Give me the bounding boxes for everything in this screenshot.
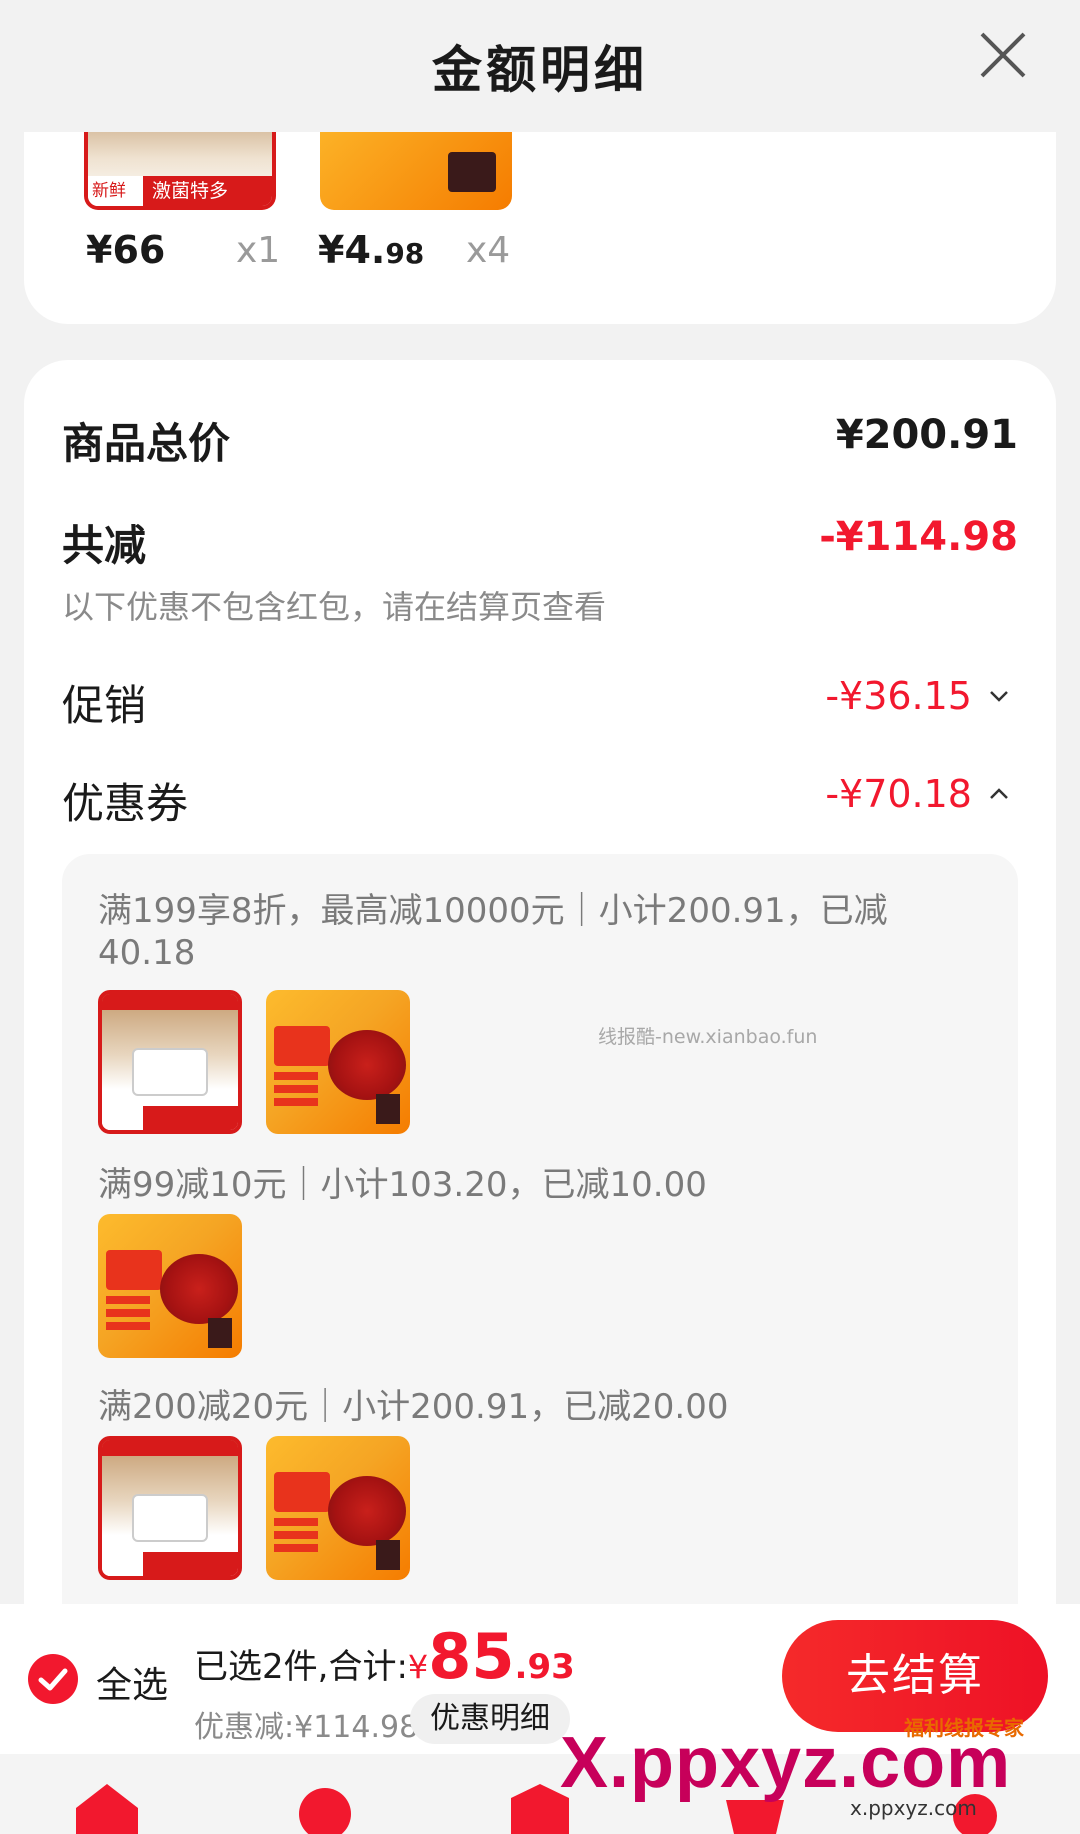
coupon-rule-text: 满199享8折，最高减10000元｜小计200.91，已减40.18 xyxy=(98,891,888,973)
select-all-label[interactable]: 全选 xyxy=(96,1656,168,1708)
natto-tray xyxy=(132,1494,208,1542)
crayfish-box xyxy=(376,1094,400,1124)
promotion-value[interactable]: -¥36.15 xyxy=(825,674,1010,718)
total-integer: 85 xyxy=(428,1620,515,1693)
crayfish-feature-lines xyxy=(106,1296,150,1332)
crayfish-box xyxy=(208,1318,232,1348)
crayfish-plate xyxy=(160,1254,238,1324)
product-thumb-crayfish[interactable] xyxy=(320,132,512,210)
coupon-product-thumb-natto[interactable] xyxy=(98,990,242,1134)
product-price: ¥4.98 xyxy=(318,228,424,272)
checkmark-icon xyxy=(38,1668,68,1691)
checkout-summary: 已选2件,合计: ¥ 85 .93 xyxy=(194,1620,575,1693)
reduce-note: 以下优惠不包含红包，请在结算页查看 xyxy=(62,588,607,626)
close-icon[interactable] xyxy=(978,30,1028,80)
crayfish-box-image xyxy=(448,152,496,192)
modal-header: 金额明细 xyxy=(0,0,1080,132)
crayfish-label xyxy=(274,1472,330,1512)
crayfish-plate xyxy=(328,1030,406,1100)
crayfish-feature-lines xyxy=(274,1072,318,1108)
watermark-text: 线报酷-new.xianbao.fun xyxy=(598,1026,818,1048)
product-card: 新鲜 激菌特多 ¥66 x1 ¥4.98 x4 xyxy=(24,132,1056,324)
chevron-up-icon[interactable] xyxy=(988,783,1010,805)
modal-title: 金额明细 xyxy=(432,41,648,99)
coupon-amount: -¥70.18 xyxy=(825,772,972,816)
crayfish-label xyxy=(274,1026,330,1066)
selected-count-text: 已选2件,合计: xyxy=(194,1647,408,1687)
total-reduce-value: -¥114.98 xyxy=(819,514,1018,560)
chevron-down-icon[interactable] xyxy=(988,685,1010,707)
natto-label-bottom xyxy=(102,1552,238,1576)
amount-detail-card: 商品总价 ¥200.91 共减 -¥114.98 以下优惠不包含红包，请在结算页… xyxy=(24,360,1056,1694)
coupon-value[interactable]: -¥70.18 xyxy=(825,772,1010,816)
coupon-label[interactable]: 优惠券 xyxy=(62,770,188,831)
savings-text: 优惠减:¥114.98 xyxy=(194,1710,419,1745)
promotion-amount: -¥36.15 xyxy=(825,674,972,718)
product-price-decimal: 98 xyxy=(385,237,425,270)
total-decimal: .93 xyxy=(514,1647,575,1687)
product-thumb-text: 激菌特多 xyxy=(152,180,229,202)
total-price-label: 商品总价 xyxy=(62,419,231,468)
product-price: ¥66 xyxy=(86,228,165,272)
coupon-rule-text: 满200减20元｜小计200.91，已减20.00 xyxy=(98,1387,729,1427)
crayfish-label xyxy=(106,1250,162,1290)
product-price-main: ¥4. xyxy=(318,228,386,272)
fresh-badge: 新鲜 xyxy=(92,181,126,201)
mascot-icon[interactable] xyxy=(290,1780,360,1834)
product-price-main: ¥66 xyxy=(86,228,166,272)
coupon-product-thumb-natto[interactable] xyxy=(98,1436,242,1580)
coupon-rule-text: 满99减10元｜小计103.20，已减10.00 xyxy=(98,1165,707,1205)
crayfish-box xyxy=(376,1540,400,1570)
total-currency: ¥ xyxy=(407,1648,429,1686)
product-thumb-banner: 新鲜 激菌特多 xyxy=(88,176,272,206)
coupon-product-thumb-crayfish[interactable] xyxy=(266,1436,410,1580)
coupon-product-thumb-crayfish[interactable] xyxy=(266,990,410,1134)
crayfish-plate xyxy=(328,1476,406,1546)
select-all-checkbox[interactable] xyxy=(28,1654,78,1704)
natto-label-top xyxy=(102,1440,238,1456)
natto-tray xyxy=(132,1048,208,1096)
crayfish-feature-lines xyxy=(274,1518,318,1554)
product-qty: x4 xyxy=(466,230,511,271)
product-thumb-natto[interactable]: 新鲜 激菌特多 xyxy=(84,132,276,210)
natto-label-top xyxy=(102,994,238,1010)
brand-watermark: X.ppxyz.com xyxy=(560,1723,1012,1803)
promotion-label[interactable]: 促销 xyxy=(62,672,146,733)
coupon-product-thumb-crayfish[interactable] xyxy=(98,1214,242,1358)
natto-label-bottom xyxy=(102,1106,238,1130)
total-reduce-label: 共减 xyxy=(62,521,147,570)
total-price-value: ¥200.91 xyxy=(835,412,1018,458)
discount-detail-button[interactable]: 优惠明细 xyxy=(410,1694,570,1744)
coupon-detail-panel: 满199享8折，最高减10000元｜小计200.91，已减40.18 满99减1… xyxy=(62,854,1018,1694)
product-qty: x1 xyxy=(236,230,281,271)
home-icon[interactable] xyxy=(72,1780,142,1834)
brand-watermark-sub: x.ppxyz.com xyxy=(850,1796,977,1820)
